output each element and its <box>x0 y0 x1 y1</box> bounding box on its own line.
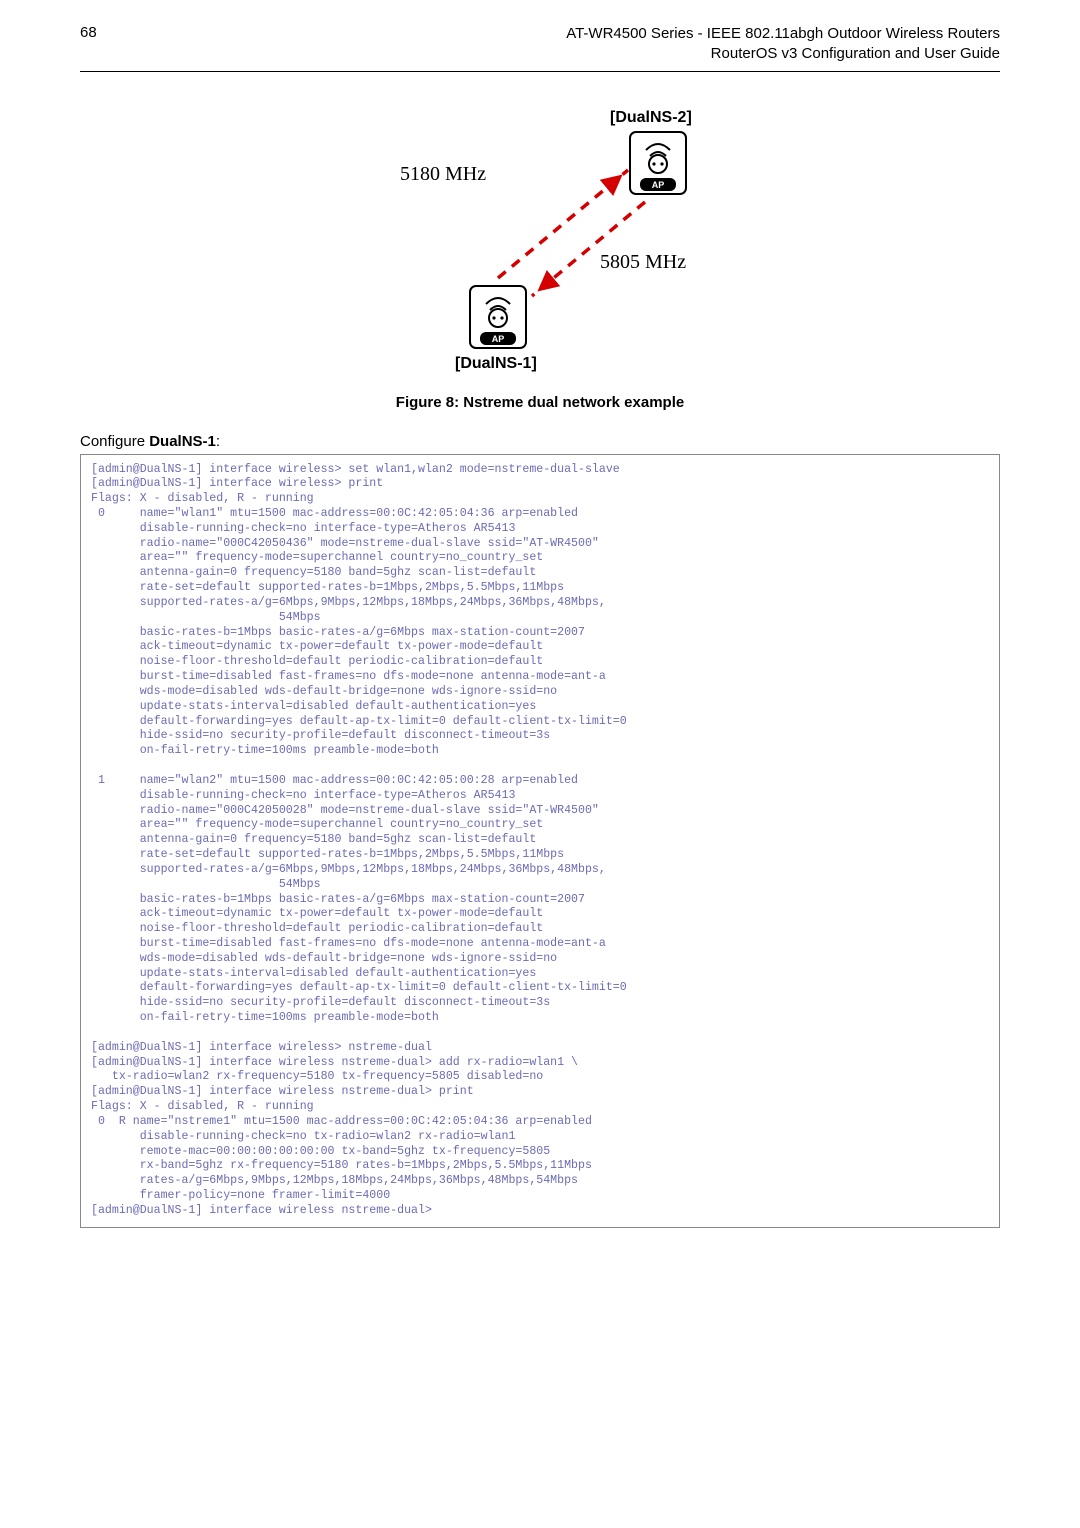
nstreme-diagram-svg: AP [DualNS-2] AP [DualNS-1] <box>300 100 780 380</box>
configure-suffix: : <box>216 433 220 450</box>
configure-target: DualNS-1 <box>149 433 216 450</box>
label-dualns-2: [DualNS-2] <box>610 109 692 126</box>
link-5805 <box>532 202 645 296</box>
configure-prefix: Configure <box>80 433 149 450</box>
header-line-1: AT-WR4500 Series - IEEE 802.11abgh Outdo… <box>566 25 1000 42</box>
configure-heading: Configure DualNS-1: <box>80 433 1000 450</box>
page-number: 68 <box>80 24 140 41</box>
device-dualns-2: AP <box>630 132 686 194</box>
terminal-output: [admin@DualNS-1] interface wireless> set… <box>80 454 1000 1228</box>
header-line-2: RouterOS v3 Configuration and User Guide <box>711 45 1000 62</box>
label-dualns-1: [DualNS-1] <box>455 355 537 372</box>
freq-5805-label: 5805 MHz <box>600 251 686 273</box>
ap-badge-bottom: AP <box>492 334 505 344</box>
figure-caption: Figure 8: Nstreme dual network example <box>80 394 1000 411</box>
freq-5180-label: 5180 MHz <box>400 163 486 185</box>
network-diagram: AP [DualNS-2] AP [DualNS-1] <box>80 100 1000 411</box>
page-header: 68 AT-WR4500 Series - IEEE 802.11abgh Ou… <box>80 24 1000 72</box>
device-dualns-1: AP <box>470 286 526 348</box>
ap-badge-top: AP <box>652 180 665 190</box>
header-title: AT-WR4500 Series - IEEE 802.11abgh Outdo… <box>140 24 1000 65</box>
